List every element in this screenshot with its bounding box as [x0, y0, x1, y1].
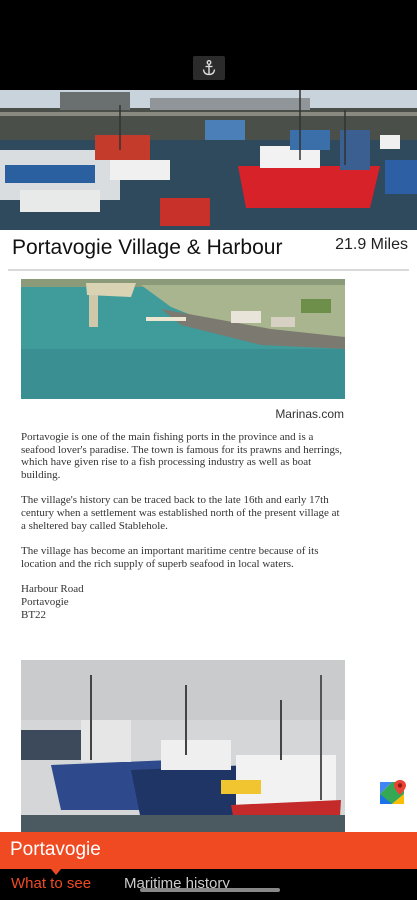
- place-description: Portavogie is one of the main fishing po…: [21, 431, 345, 621]
- address-line: Portavogie: [21, 595, 69, 608]
- location-title-bar: Portavogie: [0, 832, 417, 869]
- anchor-icon: [202, 60, 216, 76]
- bottom-navigation: Portavogie What to see Maritime history: [0, 832, 417, 900]
- address-line: BT22: [21, 608, 47, 621]
- google-maps-button[interactable]: [378, 778, 408, 808]
- place-title: Portavogie Village & Harbour: [12, 236, 283, 259]
- address-block: Harbour Road Portavogie BT22: [21, 583, 345, 621]
- aerial-harbour-photo: [21, 279, 345, 399]
- distance-label: 21.9 Miles: [335, 236, 408, 253]
- home-indicator[interactable]: [140, 888, 280, 892]
- tab-what-to-see[interactable]: What to see: [11, 875, 91, 892]
- image-credit: Marinas.com: [275, 407, 344, 421]
- description-paragraph: The village's history can be traced back…: [21, 494, 340, 532]
- description-paragraph: The village has become an important mari…: [21, 545, 319, 570]
- anchor-button[interactable]: [193, 56, 225, 80]
- description-paragraph: Portavogie is one of the main fishing po…: [21, 431, 343, 481]
- place-detail-panel: Portavogie Village & Harbour 21.9 Miles …: [0, 230, 417, 832]
- top-bar: [0, 0, 417, 90]
- fishing-boats-photo: [21, 660, 345, 832]
- place-header: Portavogie Village & Harbour 21.9 Miles: [0, 230, 417, 270]
- google-maps-icon: [380, 780, 406, 804]
- hero-harbour-photo: [0, 90, 417, 230]
- location-title: Portavogie: [10, 839, 101, 860]
- address-line: Harbour Road: [21, 583, 84, 596]
- divider: [8, 269, 409, 271]
